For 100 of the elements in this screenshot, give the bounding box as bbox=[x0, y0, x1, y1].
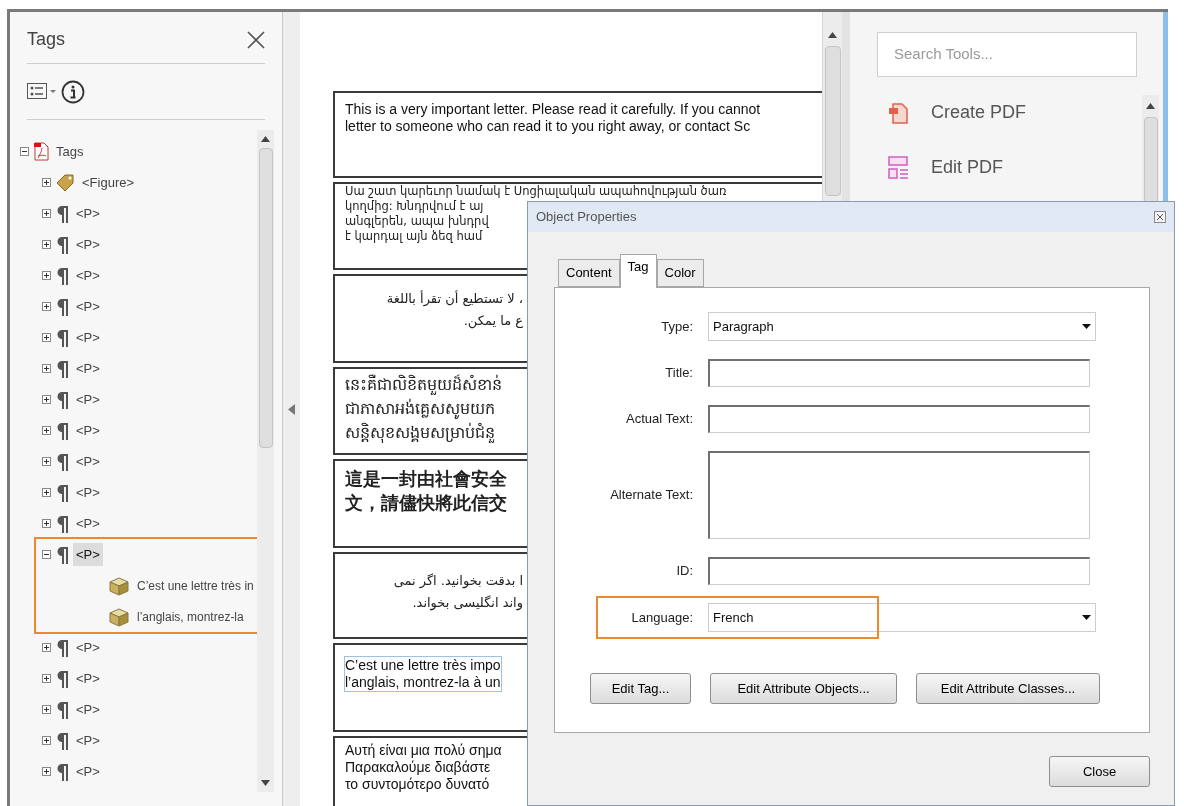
tab[interactable]: Color bbox=[656, 259, 704, 287]
input-field[interactable] bbox=[708, 359, 1090, 387]
tree-item[interactable]: <Figure> bbox=[79, 170, 138, 195]
box-icon bbox=[108, 575, 130, 596]
pilcrow-icon bbox=[55, 296, 69, 317]
text-line: է կարդալ այն ձեզ համ bbox=[345, 229, 483, 244]
text-line: կողմից: Խնդրվում է այ bbox=[345, 199, 484, 214]
pilcrow-icon bbox=[55, 265, 69, 286]
close-button[interactable]: Close bbox=[1049, 756, 1150, 787]
dropdown[interactable]: French bbox=[708, 603, 1096, 632]
panel-title: Tags bbox=[27, 28, 66, 51]
caret-icon bbox=[1082, 324, 1091, 329]
text-line: សន្តិសុខសង្គមសម្រាប់ជំនួ bbox=[345, 421, 495, 445]
pilcrow-icon bbox=[55, 327, 69, 348]
expand-icon[interactable] bbox=[42, 302, 51, 311]
pilcrow-icon bbox=[55, 730, 69, 751]
field-label: Language: bbox=[630, 608, 693, 627]
pdf-file-icon bbox=[33, 142, 49, 161]
collapse-icon[interactable] bbox=[42, 550, 51, 559]
tree-item[interactable]: <P> bbox=[73, 666, 103, 691]
input-field[interactable] bbox=[708, 557, 1090, 585]
expand-icon[interactable] bbox=[42, 519, 51, 528]
tree-item[interactable]: <P> bbox=[73, 232, 103, 257]
pilcrow-icon bbox=[55, 699, 69, 720]
tree-item[interactable]: <P> bbox=[73, 480, 103, 505]
dialog-button[interactable]: Edit Tag... bbox=[590, 673, 691, 704]
tag-icon bbox=[55, 172, 75, 193]
expand-icon[interactable] bbox=[42, 643, 51, 652]
text-line: Սա շատ կարեւոր նամակ է Սոցիալական ապահովության ծառ bbox=[345, 184, 727, 199]
tree-item[interactable]: <P> bbox=[73, 201, 103, 226]
text-line: 這是一封由社會安全 bbox=[345, 468, 507, 491]
scroll-up-icon[interactable] bbox=[261, 136, 270, 142]
field-label: ID: bbox=[675, 562, 693, 581]
scroll-thumb[interactable] bbox=[258, 148, 273, 448]
tree-item[interactable]: <P> bbox=[73, 635, 103, 660]
text-line: ជាភាសាអង់គ្លេសសូមយក bbox=[345, 397, 495, 421]
expand-icon[interactable] bbox=[42, 488, 51, 497]
dropdown[interactable]: Paragraph bbox=[708, 312, 1096, 341]
tree-item[interactable]: <P> bbox=[73, 325, 103, 350]
expand-icon[interactable] bbox=[42, 767, 51, 776]
close-icon[interactable] bbox=[247, 30, 265, 49]
tree-item[interactable]: <P> bbox=[73, 263, 103, 288]
tool-item[interactable]: Edit PDF bbox=[887, 154, 1142, 181]
scroll-up-icon[interactable] bbox=[828, 32, 837, 38]
tree-item[interactable]: <P> bbox=[73, 697, 103, 722]
expand-icon[interactable] bbox=[42, 674, 51, 683]
field-label: Actual Text: bbox=[625, 410, 693, 429]
scrollbar[interactable] bbox=[257, 130, 274, 792]
expand-icon[interactable] bbox=[42, 736, 51, 745]
expand-icon[interactable] bbox=[42, 457, 51, 466]
pilcrow-icon bbox=[55, 420, 69, 441]
expand-icon[interactable] bbox=[42, 364, 51, 373]
tab[interactable]: Tag bbox=[619, 254, 657, 288]
tab[interactable]: Content bbox=[558, 259, 620, 287]
box-icon bbox=[108, 606, 130, 627]
tree-item[interactable]: C’est une lettre très in bbox=[134, 574, 257, 597]
options-list-icon[interactable] bbox=[27, 82, 57, 101]
expand-icon[interactable] bbox=[42, 209, 51, 218]
tree-item[interactable]: <P> bbox=[73, 387, 103, 412]
scroll-up-icon[interactable] bbox=[1146, 103, 1155, 109]
text-line: ا بدقت بخوانید. اگر نمی bbox=[392, 572, 523, 591]
close-icon[interactable] bbox=[1154, 211, 1166, 223]
expand-icon[interactable] bbox=[42, 426, 51, 435]
scroll-down-icon[interactable] bbox=[261, 780, 270, 786]
expand-icon[interactable] bbox=[42, 705, 51, 714]
pilcrow-icon bbox=[55, 234, 69, 255]
expand-icon[interactable] bbox=[42, 395, 51, 404]
tree-item[interactable]: <P> bbox=[73, 449, 103, 474]
text-line: անգլերեն, ապա խնդրվ bbox=[345, 214, 489, 229]
field-label: Type: bbox=[660, 317, 693, 336]
text-line: នេះគឺជាលិខិតមួយដ៏សំខាន់ bbox=[345, 373, 502, 397]
expand-icon[interactable] bbox=[42, 240, 51, 249]
tree-item[interactable]: <P> bbox=[73, 418, 103, 443]
pilcrow-icon bbox=[55, 389, 69, 410]
tree-item[interactable]: Tags bbox=[53, 139, 87, 164]
pilcrow-icon bbox=[55, 544, 69, 565]
expand-icon[interactable] bbox=[42, 271, 51, 280]
text-line: 文，請儘快將此信交 bbox=[345, 492, 507, 515]
collapse-arrow-icon[interactable] bbox=[288, 403, 295, 415]
tool-item[interactable]: Create PDF bbox=[887, 99, 1142, 126]
dialog-button[interactable]: Edit Attribute Objects... bbox=[710, 673, 897, 704]
tree-item[interactable]: <P> bbox=[73, 728, 103, 753]
tree-item[interactable]: <P> bbox=[73, 511, 103, 536]
tree-item[interactable]: <P> bbox=[73, 356, 103, 381]
collapse-icon[interactable] bbox=[20, 147, 29, 156]
tree-item[interactable]: <P> bbox=[73, 542, 103, 567]
pilcrow-icon bbox=[55, 358, 69, 379]
scroll-thumb[interactable] bbox=[824, 46, 841, 196]
text-area[interactable] bbox=[708, 451, 1090, 539]
expand-icon[interactable] bbox=[42, 178, 51, 187]
text-line: C’est une lettre très impo bbox=[345, 657, 501, 674]
expand-icon[interactable] bbox=[42, 333, 51, 342]
dialog-button[interactable]: Edit Attribute Classes... bbox=[916, 673, 1100, 704]
tree-item[interactable]: l’anglais, montrez-la bbox=[134, 605, 247, 628]
input-field[interactable] bbox=[708, 405, 1090, 433]
text-line: ع ما يمكن. bbox=[462, 312, 523, 331]
info-icon[interactable] bbox=[61, 79, 85, 104]
text-line: واند انگلیسی بخواند. bbox=[411, 594, 523, 613]
tree-item[interactable]: <P> bbox=[73, 294, 103, 319]
tree-item[interactable]: <P> bbox=[73, 759, 103, 784]
